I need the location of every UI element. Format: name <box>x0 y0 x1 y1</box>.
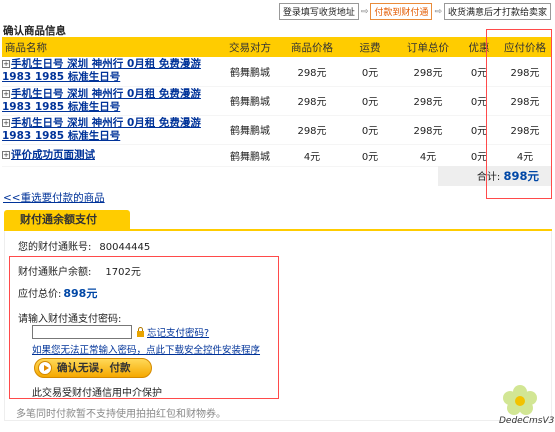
confirm-pay-button[interactable]: 确认无误，付款 <box>34 358 152 378</box>
expand-icon[interactable]: + <box>2 60 10 69</box>
col-header-name: 商品名称 <box>2 37 220 57</box>
account-row: 您的财付通账号: 80044445 <box>18 238 150 253</box>
table-row: + 手机生日号 深圳 神州行 0月租 免费漫游 1983 1985 标准生日号 鹤… <box>2 115 552 145</box>
cell-seller: 鹤舞鹏城 <box>220 115 280 145</box>
table-header-row: 商品名称 交易对方 商品价格 运费 订单总价 优惠 应付价格 <box>2 37 552 57</box>
product-link[interactable]: 手机生日号 深圳 神州行 0月租 免费漫游 1983 1985 标准生日号 <box>2 117 201 142</box>
page-title: 确认商品信息 <box>3 25 66 37</box>
step-arrow: ⇨ <box>434 6 442 17</box>
goods-table: 商品名称 交易对方 商品价格 运费 订单总价 优惠 应付价格 + 手机生日号 深圳… <box>2 37 552 167</box>
step-login-address: 登录填写收货地址 <box>278 3 359 20</box>
play-icon <box>38 361 52 375</box>
cell-price: 298元 <box>280 86 344 116</box>
balance-label: 财付通账户余额: <box>18 267 92 278</box>
product-link[interactable]: 手机生日号 深圳 神州行 0月租 免费漫游 1983 1985 标准生日号 <box>2 58 201 83</box>
cell-price: 298元 <box>280 115 344 145</box>
due-value: 898元 <box>63 287 98 300</box>
tab-tenpay-balance[interactable]: 财付通余额支付 <box>4 210 130 230</box>
password-input[interactable] <box>32 325 132 339</box>
password-label: 请输入财付通支付密码: <box>18 314 122 325</box>
due-row: 应付总价: 898元 <box>18 285 97 301</box>
product-link[interactable]: 评价成功页面测试 <box>11 149 95 161</box>
progress-steps: 登录填写收货地址 ⇨ 付款到财付通 ⇨ 收货满意后才打款给卖家 <box>278 3 551 20</box>
confirm-pay-label: 确认无误，付款 <box>57 362 131 374</box>
expand-icon[interactable]: + <box>2 150 10 159</box>
table-row: + 手机生日号 深圳 神州行 0月租 免费漫游 1983 1985 标准生日号 鹤… <box>2 86 552 116</box>
cell-shipping: 0元 <box>344 115 396 145</box>
forgot-password-link[interactable]: 忘记支付密码? <box>147 325 209 339</box>
cell-order-total: 298元 <box>396 86 460 116</box>
cell-price: 4元 <box>280 144 344 167</box>
cell-seller: 鹤舞鹏城 <box>220 57 280 87</box>
cell-order-total: 4元 <box>396 144 460 167</box>
col-header-shipping: 运费 <box>344 37 396 57</box>
cell-order-total: 298元 <box>396 115 460 145</box>
watermark-label: DedeCmsV3 <box>499 416 555 426</box>
expand-icon[interactable]: + <box>2 118 10 127</box>
cell-shipping: 0元 <box>344 144 396 167</box>
col-header-order-total: 订单总价 <box>396 37 460 57</box>
cell-price: 298元 <box>280 57 344 87</box>
cell-seller: 鹤舞鹏城 <box>220 86 280 116</box>
balance-value: 1702元 <box>105 267 141 278</box>
highlight-box-due-column <box>486 29 552 199</box>
step-arrow: ⇨ <box>360 6 369 17</box>
cell-seller: 鹤舞鹏城 <box>220 144 280 167</box>
col-header-seller: 交易对方 <box>220 37 280 57</box>
expand-icon[interactable]: + <box>2 89 10 98</box>
cell-shipping: 0元 <box>344 57 396 87</box>
download-control-link[interactable]: 如果您无法正常输入密码，点此下载安全控件安装程序 <box>32 342 260 356</box>
protection-text: 此交易受财付通信用中介保护 <box>32 388 162 399</box>
account-label: 您的财付通账号: <box>18 242 92 253</box>
cell-shipping: 0元 <box>344 86 396 116</box>
balance-row: 财付通账户余额: 1702元 <box>18 263 141 278</box>
col-header-price: 商品价格 <box>280 37 344 57</box>
step-pay-tenpay: 付款到财付通 <box>370 3 433 20</box>
table-row: + 评价成功页面测试 鹤舞鹏城 4元 0元 4元 0元 4元 <box>2 144 552 167</box>
due-label: 应付总价: <box>18 289 62 300</box>
coupon-note: 多笔同时付款暂不支持使用拍拍红包和财物券。 <box>16 409 226 420</box>
account-value: 80044445 <box>99 242 151 253</box>
step-confirm-receipt: 收货满意后才打款给卖家 <box>443 3 551 20</box>
back-link[interactable]: <<重选要付款的商品 <box>3 190 105 205</box>
table-row: + 手机生日号 深圳 神州行 0月租 免费漫游 1983 1985 标准生日号 鹤… <box>2 57 552 87</box>
lock-icon <box>137 327 144 337</box>
product-link[interactable]: 手机生日号 深圳 神州行 0月租 免费漫游 1983 1985 标准生日号 <box>2 88 201 113</box>
cell-order-total: 298元 <box>396 57 460 87</box>
